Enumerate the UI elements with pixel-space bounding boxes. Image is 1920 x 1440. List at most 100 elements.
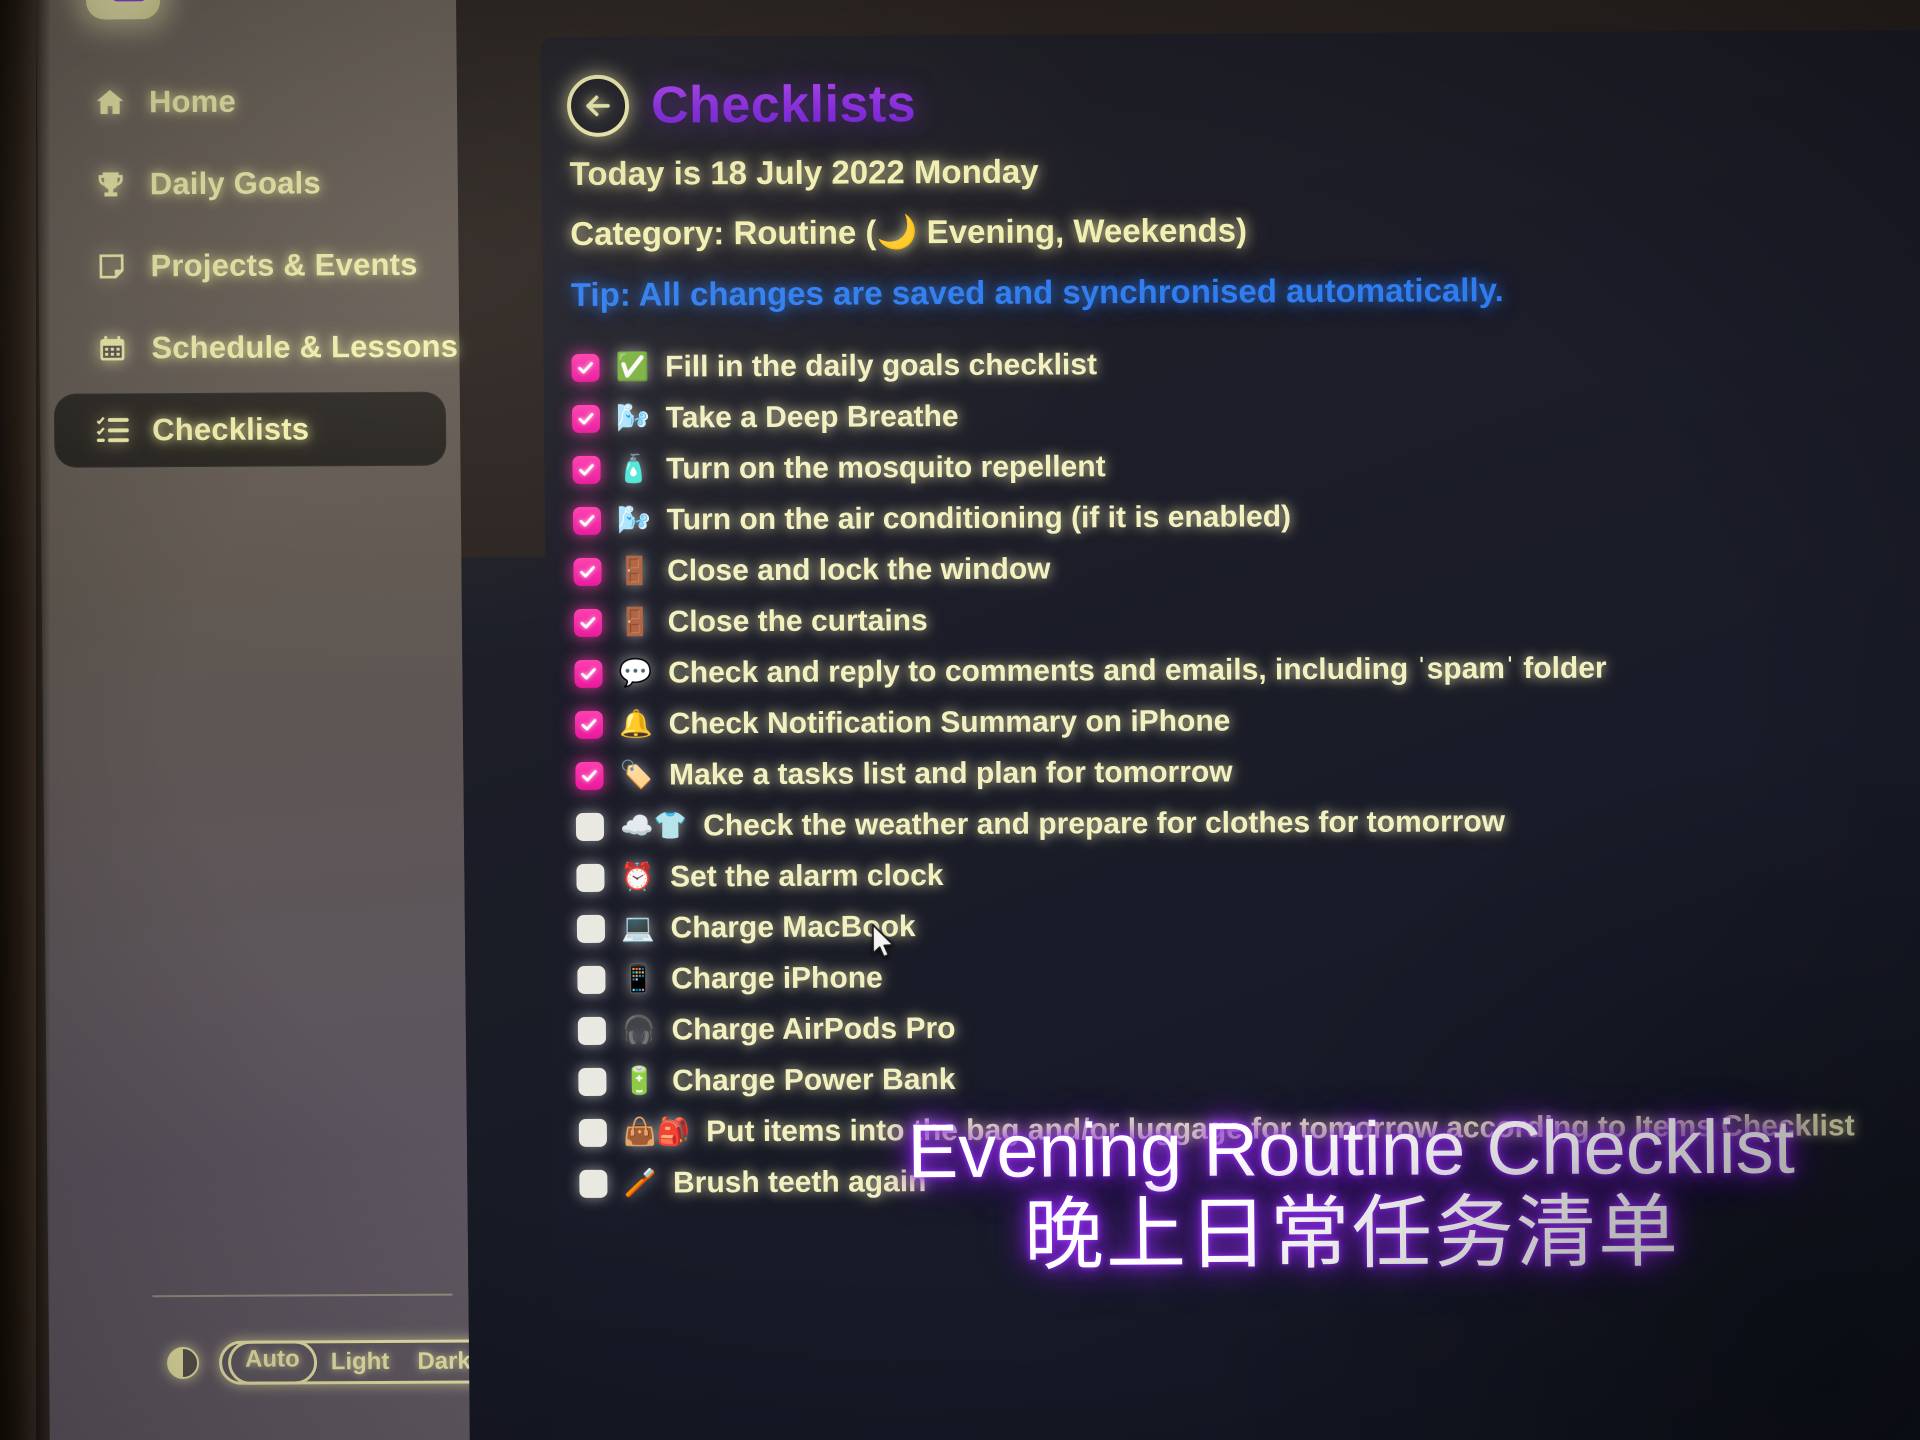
checklist-item-label: Charge AirPods Pro [671,1011,956,1046]
sidebar-item-daily-goals[interactable]: Daily Goals [51,146,444,222]
sidebar-item-schedule-lessons[interactable]: Schedule & Lessons [53,310,458,386]
sidebar-item-label: Schedule & Lessons [151,328,459,366]
item-emoji-icon: 🚪 [617,555,652,586]
checklist-item-label: Make a tasks list and plan for tomorrow [668,755,1233,791]
monitor-bezel-left [0,0,36,1440]
caption-english: Evening Routine Checklist [907,1104,1796,1195]
checklist-item-label: Charge iPhone [670,960,883,995]
sidebar-item-checklists[interactable]: Checklists [53,391,447,468]
checklist-row[interactable]: ☁️👕 Check the weather and prepare for clo… [562,794,1920,852]
checklist-item-label: Turn on the mosquito repellent [665,449,1106,486]
trophy-icon [94,167,128,201]
item-emoji-icon: 🌬️ [615,402,650,433]
checkbox-checked[interactable] [571,353,600,382]
sidebar-item-label: Checklists [151,411,310,448]
checklist: ✅ Fill in the daily goals checklist 🌬️ Take… [543,329,1920,1209]
checklist-row[interactable]: 🚪 Close the curtains [560,590,1920,648]
theme-option-light[interactable]: Light [317,1345,404,1379]
checklist-row[interactable]: 🏷️ Make a tasks list and plan for tomorro… [561,743,1920,801]
app-logo-icon[interactable] [85,0,161,20]
item-emoji-icon: 🪥 [623,1167,658,1198]
checklist-item-label: Close the curtains [667,603,928,639]
checklist-item-label: Check the weather and prepare for clothe… [703,804,1506,842]
item-emoji-icon: ⏰ [620,861,655,892]
checklist-item-label: Fill in the daily goals checklist [665,347,1098,384]
checkbox-checked[interactable] [572,455,601,484]
checklist-row[interactable]: 🌬️ Take a Deep Breathe [558,386,1920,444]
item-emoji-icon: 🔋 [622,1065,657,1096]
page-header: Checklists [540,30,1920,138]
checkbox-checked[interactable] [575,761,604,790]
sidebar-item-label: Projects & Events [150,246,418,284]
item-emoji-icon: ☁️👕 [619,810,688,841]
checklist-item-label: Close and lock the window [666,552,1051,588]
checklist-row[interactable]: 🔔 Check Notification Summary on iPhone [561,692,1920,750]
theme-option-auto[interactable]: Auto [227,1340,317,1385]
checkbox-checked[interactable] [573,557,602,586]
sidebar: Home Daily Goals Projects & Events Sched… [35,0,494,1440]
sidebar-nav: Home Daily Goals Projects & Events Sched… [37,64,461,476]
checklist-row[interactable]: 🧴 Turn on the mosquito repellent [558,437,1920,495]
checkbox-unchecked[interactable] [578,1118,608,1147]
item-emoji-icon: 🎧 [621,1014,656,1045]
checklist-row[interactable]: 💬 Check and reply to comments and emails,… [560,641,1920,699]
checkbox-unchecked[interactable] [578,1067,607,1096]
checklist-row[interactable]: 🚪 Close and lock the window [559,539,1920,597]
contrast-icon[interactable] [166,1346,200,1380]
checklist-row[interactable]: ✅ Fill in the daily goals checklist [557,335,1920,393]
checkbox-checked[interactable] [574,659,603,688]
checklist-row[interactable]: 📱 Charge iPhone [563,947,1920,1005]
item-emoji-icon: 👜🎒 [622,1116,691,1147]
checkbox-unchecked[interactable] [576,914,606,943]
sidebar-item-label: Home [148,83,237,120]
checkbox-unchecked[interactable] [577,1016,607,1045]
checklist-row[interactable]: 💻 Charge MacBook [563,896,1920,954]
checklist-row[interactable]: 🔋 Charge Power Bank [564,1049,1920,1107]
photo-of-screen: Home Daily Goals Projects & Events Sched… [0,0,1920,1440]
checklist-item-label: Check Notification Summary on iPhone [668,704,1231,741]
item-emoji-icon: 💻 [620,912,655,943]
theme-segmented-control[interactable]: Auto Light Dark [218,1339,494,1385]
checkbox-checked[interactable] [573,608,603,637]
home-icon [93,85,127,119]
item-emoji-icon: ✅ [615,351,650,382]
checklist-item-label: Check and reply to comments and emails, … [667,651,1607,690]
note-icon [94,249,128,283]
caption-chinese: 晚上日常任务清单 [1023,1187,1681,1280]
checklist-row[interactable]: 🎧 Charge AirPods Pro [564,998,1920,1056]
checklist-row[interactable]: ⏰ Set the alarm clock [562,845,1920,903]
sidebar-item-home[interactable]: Home [51,64,444,140]
item-emoji-icon: 🏷️ [619,759,654,790]
checklist-item-label: Set the alarm clock [669,858,944,893]
content-panel-extension [461,557,561,1440]
checkbox-unchecked[interactable] [575,812,605,841]
item-emoji-icon: 🧴 [616,453,651,484]
checklist-item-label: Turn on the air conditioning (if it is e… [666,499,1292,537]
theme-switcher: Auto Light Dark [166,1339,494,1385]
item-emoji-icon: 🚪 [617,606,652,637]
mouse-cursor [871,923,897,964]
checklist-item-label: Charge Power Bank [671,1062,956,1097]
checkbox-unchecked[interactable] [577,965,606,994]
caption-overlay: Evening Routine Checklist 晚上日常任务清单 [851,1104,1853,1280]
item-emoji-icon: 💬 [618,657,653,688]
item-emoji-icon: 📱 [621,963,656,994]
today-date: Today is 18 July 2022 Monday [569,152,1039,193]
checkbox-unchecked[interactable] [576,863,605,892]
item-emoji-icon: 🔔 [618,708,653,739]
checkbox-checked[interactable] [571,404,601,433]
sidebar-item-label: Daily Goals [149,165,322,202]
checkbox-unchecked[interactable] [579,1169,608,1198]
item-emoji-icon: 🌬️ [616,504,651,535]
category-line: Category: Routine (🌙 Evening, Weekends) [570,211,1248,253]
sidebar-item-projects-events[interactable]: Projects & Events [52,228,445,304]
page-title: Checklists [650,75,917,135]
checkbox-checked[interactable] [574,710,604,739]
monitor-screen: Home Daily Goals Projects & Events Sched… [0,0,1920,1440]
sync-tip: Tip: All changes are saved and synchroni… [570,271,1504,314]
checklist-row[interactable]: 🌬️ Turn on the air conditioning (if it is… [559,488,1920,546]
checkbox-checked[interactable] [572,506,602,535]
calendar-icon [95,331,129,365]
back-arrow-icon[interactable] [566,74,630,138]
list-icon [96,413,130,447]
